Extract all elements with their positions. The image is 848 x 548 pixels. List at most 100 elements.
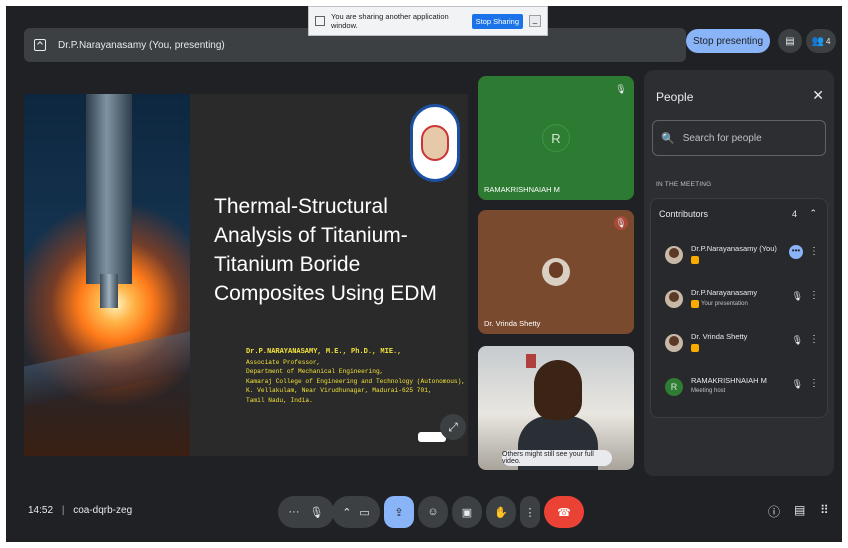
hang-up-icon: ☎: [557, 506, 571, 519]
more-vert-icon[interactable]: ⋮: [809, 378, 819, 389]
audio-control[interactable]: ··· 🎙: [278, 496, 334, 528]
mic-off-icon: 🎙: [615, 83, 627, 94]
participant-sub: [691, 344, 701, 352]
badge-icon: [691, 256, 699, 264]
contributors-label: Contributors: [659, 209, 709, 219]
minimize-button[interactable]: _: [529, 15, 541, 27]
author-line: K. Vellakulam, Near Virudhunagar, Madura…: [246, 387, 432, 395]
badge-icon: [691, 300, 699, 308]
slide-author-block: Dr.P.NARAYANASAMY, M.E., Ph.D., MIE., As…: [246, 348, 466, 406]
present-screen-icon: [34, 39, 46, 51]
participant-tile[interactable]: 🎙 Dr. Vrinda Shetty: [478, 210, 634, 334]
chevron-up-icon[interactable]: ⌃: [809, 208, 817, 219]
participant-count: 4: [826, 36, 831, 46]
slide-title: Thermal-Structural Analysis of Titanium-…: [214, 195, 437, 305]
video-toast: Others might still see your full video.: [502, 450, 612, 466]
participant-sub-text: Your presentation: [701, 301, 748, 307]
raise-hand-button[interactable]: ✋: [486, 496, 516, 528]
mic-off-icon[interactable]: 🎙: [792, 335, 803, 346]
avatar: [665, 246, 683, 264]
participant-name: Dr.P.Narayanasamy (You): [691, 244, 777, 253]
more-horiz-icon[interactable]: ···: [289, 506, 300, 518]
captions-button[interactable]: ▣: [452, 496, 482, 528]
hand-icon: ✋: [494, 506, 508, 519]
more-vert-icon[interactable]: ⋮: [809, 290, 819, 301]
participant-name: RAMAKRISHNAIAH M: [484, 185, 560, 194]
search-box[interactable]: 🔍: [652, 120, 826, 156]
window-icon: [315, 16, 325, 26]
avatar: [542, 258, 570, 286]
clock-time: 14:52: [28, 505, 54, 516]
shared-slide: Thermal-Structural Analysis of Titanium-…: [24, 94, 468, 456]
self-video-tile[interactable]: Others might still see your full video.: [478, 346, 634, 470]
participant-name: Dr.P.Narayanasamy: [691, 288, 758, 297]
author-line: Tamil Nadu, India.: [246, 396, 313, 404]
mic-icon[interactable]: 🎙: [310, 506, 324, 519]
avatar: [665, 290, 683, 308]
participant-name: RAMAKRISHNAIAH M: [691, 376, 767, 385]
participant-tile[interactable]: 🎙 R RAMAKRISHNAIAH M: [478, 76, 634, 200]
mic-off-icon[interactable]: 🎙: [792, 291, 803, 302]
avatar: [665, 334, 683, 352]
participant-row[interactable]: R RAMAKRISHNAIAH M Meeting host 🎙 ⋮: [659, 373, 825, 409]
stop-sharing-button[interactable]: Stop Sharing: [471, 13, 523, 29]
badge-icon: [691, 344, 699, 352]
meeting-code: coa-dqrb-zeg: [73, 505, 133, 516]
contributors-count: 4: [791, 209, 797, 219]
chat-icon[interactable]: ▤: [794, 503, 805, 517]
logo-portrait: [421, 125, 449, 161]
close-icon[interactable]: ✕: [812, 87, 824, 104]
contributors-group: Contributors 4 ⌃ Dr.P.Narayanasamy (You)…: [650, 198, 828, 418]
avatar: R: [542, 124, 570, 152]
present-button[interactable]: ⇪: [384, 496, 414, 528]
participant-name: Dr. Vrinda Shetty: [691, 332, 748, 341]
apps-grid-icon[interactable]: ⠿: [820, 503, 829, 517]
participant-sub: Meeting host: [691, 388, 726, 394]
sharing-message: You are sharing another application wind…: [331, 12, 449, 30]
video-control[interactable]: ⌃ ▭: [332, 496, 380, 528]
captions-icon: ▣: [461, 506, 473, 519]
more-options-button[interactable]: ⋮: [520, 496, 540, 528]
separator: |: [61, 505, 65, 516]
mic-off-icon[interactable]: 🎙: [792, 379, 803, 390]
more-vert-icon[interactable]: ⋮: [809, 246, 819, 257]
author-line: Department of Mechanical Engineering,: [246, 368, 384, 376]
stop-presenting-button[interactable]: Stop presenting: [686, 29, 770, 53]
avatar: R: [665, 378, 683, 396]
camera-icon[interactable]: ▭: [359, 506, 369, 519]
info-icon[interactable]: ⓘ: [768, 503, 780, 520]
machine-tip-graphic: [100, 274, 118, 308]
participant-sub: [691, 256, 701, 264]
people-panel: People ✕ 🔍 IN THE MEETING Contributors 4…: [644, 70, 834, 476]
emoji-icon: ☺: [427, 506, 439, 518]
machine-tool-graphic: [86, 94, 132, 284]
participant-sub: Your presentation: [691, 300, 748, 308]
speaking-icon: •••: [789, 245, 803, 259]
people-icon: 👥: [811, 35, 824, 47]
meeting-info: 14:52 | coa-dqrb-zeg: [28, 505, 132, 516]
participants-icon[interactable]: 👥 4: [806, 29, 836, 53]
participant-row[interactable]: Dr.P.Narayanasamy Your presentation 🎙 ⋮: [659, 285, 825, 321]
person-head: [534, 360, 582, 420]
present-screen-icon: ⇪: [394, 506, 404, 519]
mic-off-icon: 🎙: [614, 216, 628, 230]
author-line: Kamaraj College of Engineering and Techn…: [246, 377, 466, 385]
slides-icon[interactable]: ▤: [778, 29, 802, 53]
participant-row[interactable]: Dr. Vrinda Shetty 🎙 ⋮: [659, 329, 825, 365]
author-line: Associate Professor,: [246, 358, 321, 366]
sharing-notification: You are sharing another application wind…: [308, 6, 548, 36]
participant-name: Dr. Vrinda Shetty: [484, 319, 541, 328]
more-vert-icon[interactable]: ⋮: [809, 334, 819, 345]
more-vert-icon: ⋮: [524, 506, 536, 519]
wall-poster: [526, 354, 536, 368]
search-input[interactable]: [682, 132, 823, 144]
search-icon: 🔍: [661, 132, 675, 145]
expand-icon[interactable]: ⤢: [440, 414, 466, 440]
chevron-up-icon[interactable]: ⌃: [342, 506, 351, 519]
author-line: Dr.P.NARAYANASAMY, M.E., Ph.D., MIE.,: [246, 348, 402, 356]
leave-call-button[interactable]: ☎: [544, 496, 584, 528]
reactions-button[interactable]: ☺: [418, 496, 448, 528]
participant-row[interactable]: Dr.P.Narayanasamy (You) ••• ⋮: [659, 241, 825, 277]
section-label: IN THE MEETING: [656, 181, 712, 188]
presenting-label: Dr.P.Narayanasamy (You, presenting): [58, 39, 225, 51]
